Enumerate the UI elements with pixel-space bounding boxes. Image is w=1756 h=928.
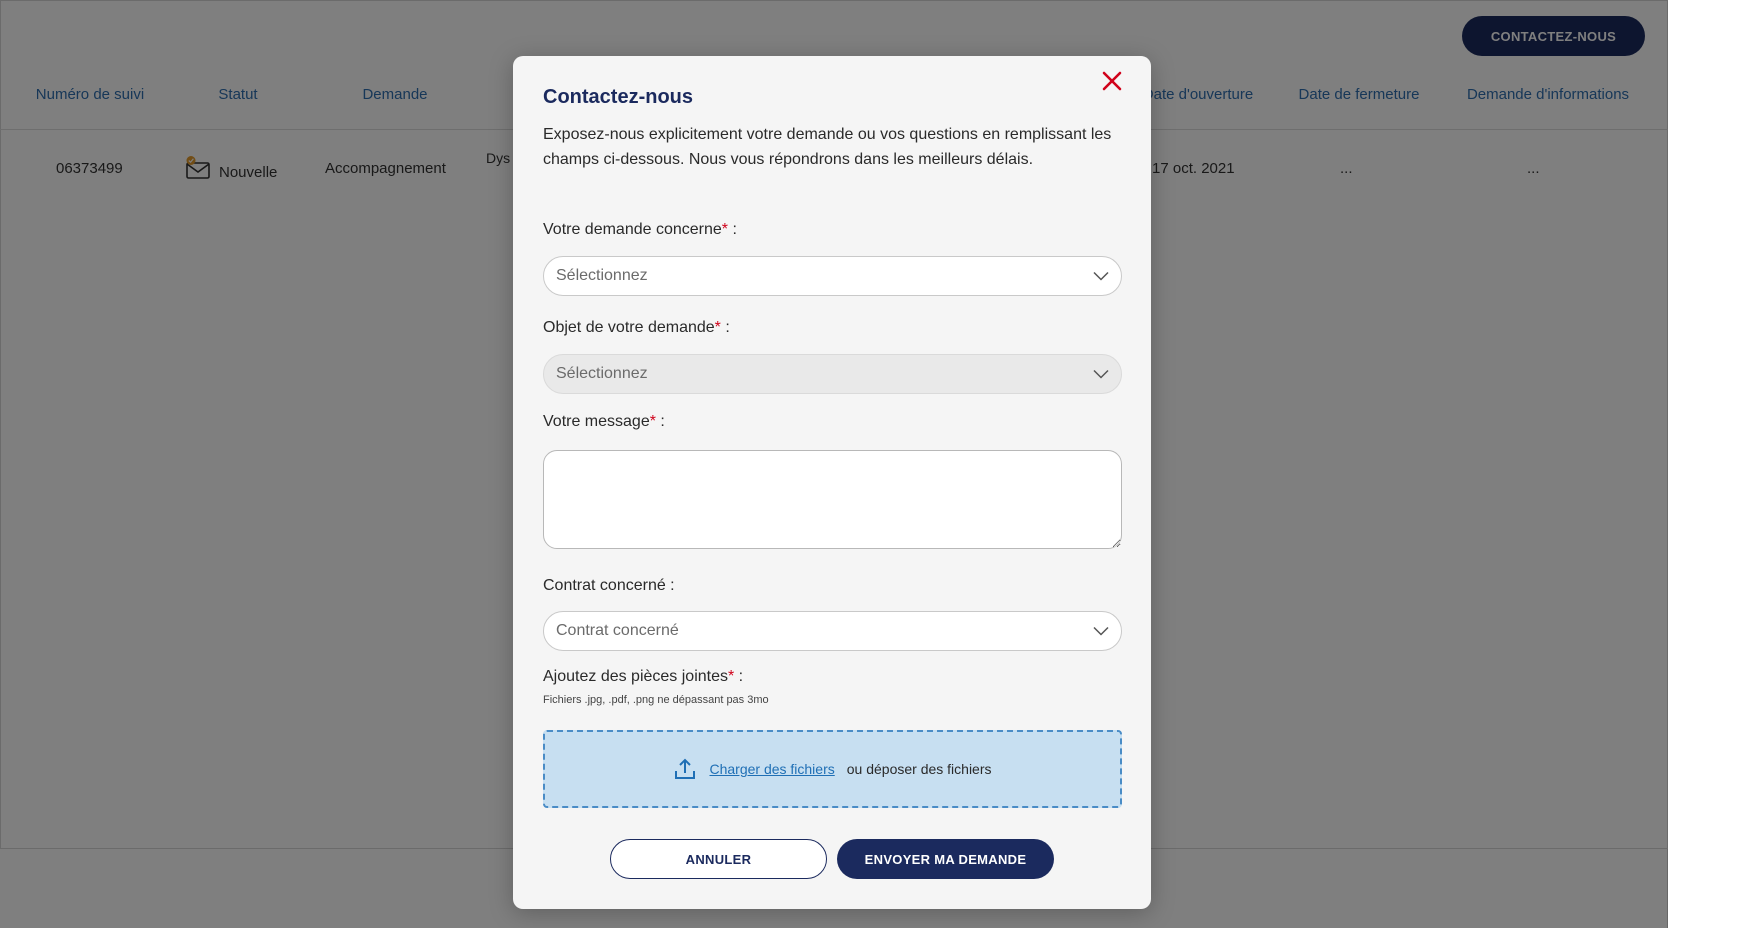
send-request-button[interactable]: ENVOYER MA DEMANDE <box>837 839 1054 879</box>
attachments-hint: Fichiers .jpg, .pdf, .png ne dépassant p… <box>543 694 769 706</box>
chevron-down-icon <box>1093 271 1109 281</box>
modal-intro: Exposez-nous explicitement votre demande… <box>543 126 1112 168</box>
object-select[interactable]: Sélectionnez <box>543 354 1122 394</box>
attachments-label: Ajoutez des pièces jointes* : <box>543 668 744 685</box>
chevron-down-icon <box>1093 369 1109 379</box>
concern-label: Votre demande concerne* : <box>543 221 737 238</box>
contract-select[interactable]: Contrat concerné <box>543 611 1122 651</box>
message-textarea[interactable] <box>543 450 1122 549</box>
drop-files-text: ou déposer des fichiers <box>846 761 992 777</box>
object-label: Objet de votre demande* : <box>543 319 730 336</box>
cancel-button[interactable]: ANNULER <box>610 839 827 879</box>
concern-select-value: Sélectionnez <box>556 267 648 284</box>
close-button[interactable] <box>1095 64 1129 98</box>
object-select-value: Sélectionnez <box>556 365 648 382</box>
concern-select[interactable]: Sélectionnez <box>543 256 1122 296</box>
close-icon <box>1102 71 1122 91</box>
file-dropzone[interactable]: Charger des fichiers ou déposer des fich… <box>543 730 1122 808</box>
upload-files-link[interactable]: Charger des fichiers <box>709 761 834 777</box>
chevron-down-icon <box>1093 626 1109 636</box>
message-label: Votre message* : <box>543 413 665 430</box>
contract-select-value: Contrat concerné <box>556 622 679 639</box>
modal-title: Contactez-nous <box>543 86 693 108</box>
contract-label: Contrat concerné : <box>543 577 675 594</box>
contact-modal: Contactez-nous Exposez-nous explicitemen… <box>513 56 1151 909</box>
upload-icon <box>675 758 696 779</box>
